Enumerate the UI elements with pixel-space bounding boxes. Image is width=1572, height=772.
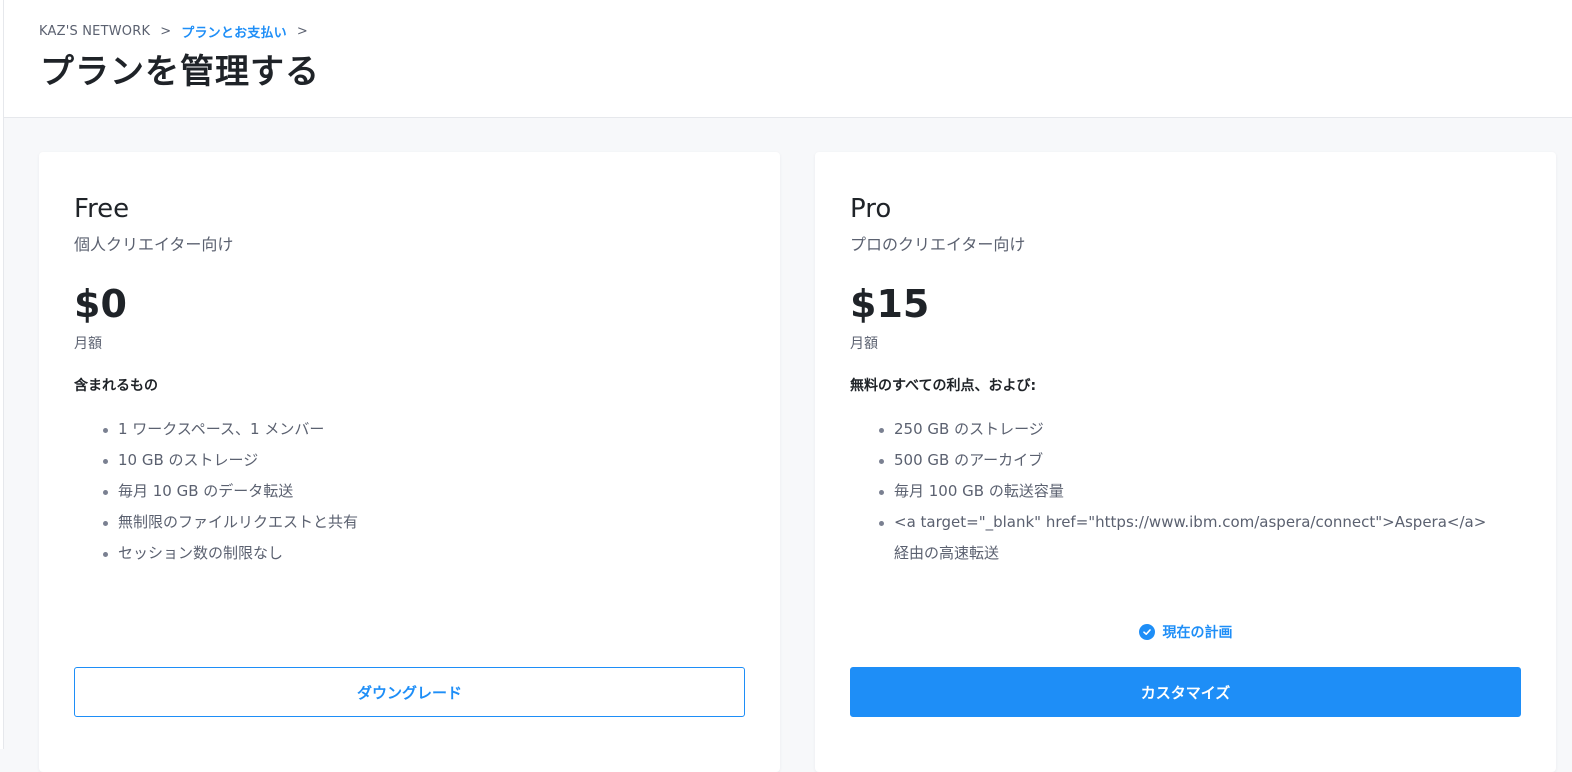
feature-list: 1 ワークスペース、1 メンバー 10 GB のストレージ 毎月 10 GB の… (101, 414, 721, 569)
current-plan-indicator: 現在の計画 (815, 622, 1556, 642)
page-header: KAZ'S NETWORK > プランとお支払い > プランを管理する (4, 0, 1572, 118)
includes-title: 無料のすべての利点、および: (850, 378, 1037, 394)
customize-button[interactable]: カスタマイズ (850, 667, 1521, 717)
breadcrumb-root[interactable]: KAZ'S NETWORK (39, 24, 150, 39)
feature-item: 1 ワークスペース、1 メンバー (101, 414, 721, 445)
breadcrumb-separator: > (296, 24, 308, 39)
feature-item: <a target="_blank" href="https://www.ibm… (877, 507, 1497, 569)
plan-period: 月額 (850, 336, 878, 352)
current-plan-label: 現在の計画 (1162, 625, 1233, 641)
plan-name: Free (74, 194, 130, 224)
breadcrumb-current[interactable]: プランとお支払い (181, 22, 287, 41)
feature-item: 500 GB のアーカイブ (877, 445, 1497, 476)
plan-name: Pro (850, 194, 892, 224)
plan-price: $15 (850, 282, 930, 326)
breadcrumb-separator: > (160, 24, 172, 39)
plan-period: 月額 (74, 336, 102, 352)
breadcrumb: KAZ'S NETWORK > プランとお支払い > (39, 22, 308, 41)
includes-title: 含まれるもの (74, 378, 158, 394)
plan-card-pro: Pro プロのクリエイター向け $15 月額 無料のすべての利点、および: 25… (815, 152, 1556, 772)
plan-subtitle: 個人クリエイター向け (74, 235, 234, 254)
feature-item: 10 GB のストレージ (101, 445, 721, 476)
plan-subtitle: プロのクリエイター向け (850, 235, 1026, 254)
feature-item: 250 GB のストレージ (877, 414, 1497, 445)
feature-item: 無制限のファイルリクエストと共有 (101, 507, 721, 538)
plan-price: $0 (74, 282, 127, 326)
feature-item: 毎月 10 GB のデータ転送 (101, 476, 721, 507)
feature-item: セッション数の制限なし (101, 538, 721, 569)
plan-card-free: Free 個人クリエイター向け $0 月額 含まれるもの 1 ワークスペース、1… (39, 152, 780, 772)
feature-list: 250 GB のストレージ 500 GB のアーカイブ 毎月 100 GB の転… (877, 414, 1497, 569)
main-content: Free 個人クリエイター向け $0 月額 含まれるもの 1 ワークスペース、1… (4, 118, 1572, 772)
check-circle-icon (1138, 624, 1155, 640)
feature-item: 毎月 100 GB の転送容量 (877, 476, 1497, 507)
page-title: プランを管理する (40, 52, 320, 92)
downgrade-button[interactable]: ダウングレード (74, 667, 745, 717)
